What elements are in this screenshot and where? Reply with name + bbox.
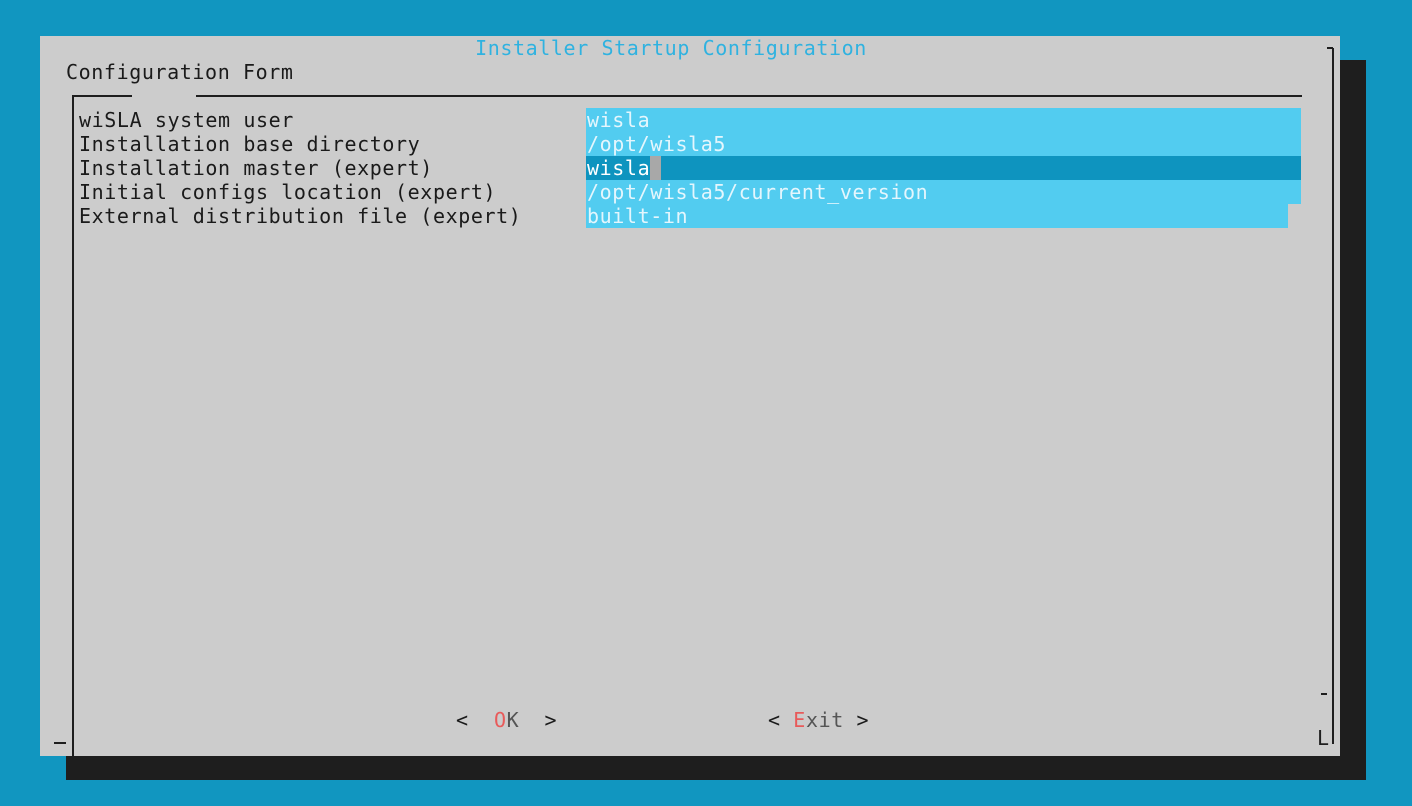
dialog-title: Installer Startup Configuration (475, 36, 867, 60)
dialog-right-border (1332, 48, 1334, 744)
field-value: wisla (587, 156, 651, 180)
field-value: /opt/wisla5/current_version (587, 180, 929, 204)
field-value: /opt/wisla5 (587, 132, 727, 156)
field-label: Installation master (expert) (79, 156, 433, 180)
installation-master-input[interactable]: wisla (586, 156, 1301, 180)
system-user-input[interactable]: wisla (586, 108, 1301, 132)
button-hotkey: E (793, 708, 806, 732)
field-row-configs-location: Initial configs location (expert) /opt/w… (79, 180, 1301, 204)
configs-location-input[interactable]: /opt/wisla5/current_version (586, 180, 1301, 204)
button-bracket-close: > (519, 708, 558, 732)
field-value: wisla (587, 108, 651, 132)
button-bracket-open: < (768, 708, 794, 732)
field-value: built-in (587, 204, 689, 228)
button-label-rest: xit (805, 708, 844, 732)
field-label: Initial configs location (expert) (79, 180, 497, 204)
field-row-base-directory: Installation base directory /opt/wisla5 (79, 132, 1301, 156)
border-tick-bottom (1321, 693, 1327, 695)
field-row-system-user: wiSLA system user wisla (79, 108, 1301, 132)
border-tick-left (54, 742, 66, 744)
ok-button[interactable]: < OK > (456, 708, 557, 732)
border-tick-top (1327, 47, 1333, 49)
button-hotkey: O (493, 708, 507, 732)
exit-button[interactable]: < Exit > (768, 708, 869, 732)
button-bar: < OK > < Exit > (40, 708, 1340, 732)
field-row-installation-master: Installation master (expert) wisla (79, 156, 1301, 180)
field-label: Installation base directory (79, 132, 421, 156)
base-directory-input[interactable]: /opt/wisla5 (586, 132, 1301, 156)
text-cursor (650, 156, 662, 180)
button-bracket-open: < (456, 708, 494, 732)
button-label-rest: K (506, 708, 520, 732)
button-bracket-close: > (843, 708, 870, 732)
field-label: External distribution file (expert) (79, 204, 522, 228)
field-label: wiSLA system user (79, 108, 294, 132)
distribution-file-input[interactable]: built-in (586, 204, 1288, 228)
configuration-dialog: Installer Startup Configuration L Config… (40, 36, 1340, 761)
field-row-distribution-file: External distribution file (expert) buil… (79, 204, 1301, 228)
frame-gap (132, 94, 196, 98)
form-label: Configuration Form (66, 60, 294, 84)
